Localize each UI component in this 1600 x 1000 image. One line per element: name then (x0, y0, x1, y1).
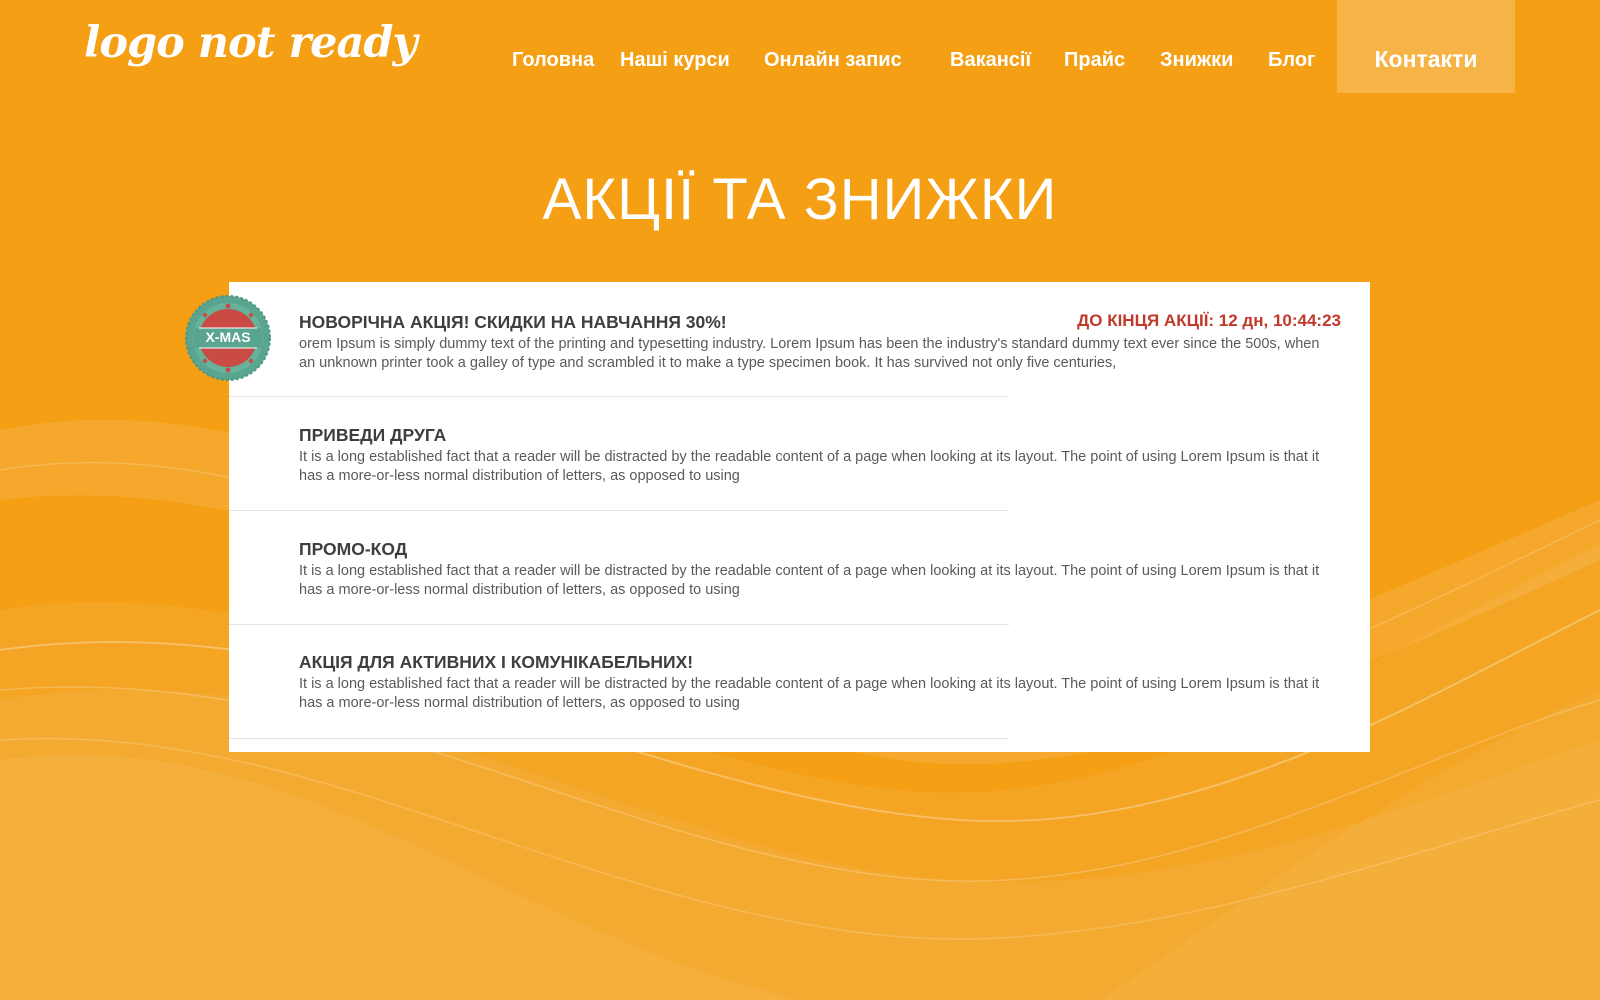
nav-item-home[interactable]: Головна (512, 49, 594, 72)
promo-description: It is a long established fact that a rea… (299, 449, 1320, 484)
promo-list: НОВОРІЧНА АКЦІЯ! СКИДКИ НА НАВЧАННЯ 30%!… (229, 282, 1370, 752)
xmas-badge: X-MAS (185, 295, 271, 381)
promo-description: It is a long established fact that a rea… (299, 676, 1320, 711)
nav-item-discounts[interactable]: Знижки (1160, 49, 1233, 72)
nav-item-courses[interactable]: Наші курси (620, 49, 730, 72)
nav-item-contacts[interactable]: Контакти (1337, 0, 1515, 93)
promo-item-active-communicative[interactable]: АКЦІЯ ДЛЯ АКТИВНИХ І КОМУНІКАБЕЛЬНИХ! It… (229, 625, 1370, 739)
promo-title: ПРИВЕДИ ДРУГА (299, 425, 447, 445)
nav-item-online-signup[interactable]: Онлайн запис (764, 49, 902, 72)
site-header: logo not ready Головна Наші курси Онлайн… (0, 0, 1600, 95)
nav-item-prices[interactable]: Прайс (1064, 49, 1125, 72)
divider (229, 738, 1009, 739)
promo-item-promo-code[interactable]: ПРОМО-КОД It is a long established fact … (229, 511, 1370, 625)
nav-item-blog[interactable]: Блог (1268, 49, 1315, 72)
promo-description: It is a long established fact that a rea… (299, 563, 1320, 598)
nav-contacts-label: Контакти (1374, 46, 1478, 72)
countdown-timer: ДО КІНЦЯ АКЦІЇ: 12 дн, 10:44:23 (1077, 311, 1341, 330)
promo-item-refer-friend[interactable]: ПРИВЕДИ ДРУГА It is a long established f… (229, 397, 1370, 511)
promo-title: НОВОРІЧНА АКЦІЯ! СКИДКИ НА НАВЧАННЯ 30%! (299, 312, 727, 332)
page-title: АКЦІЇ ТА ЗНИЖКИ (542, 167, 1058, 232)
xmas-badge-label: X-MAS (205, 329, 251, 345)
logo[interactable]: logo not ready (84, 18, 417, 68)
promo-title: АКЦІЯ ДЛЯ АКТИВНИХ І КОМУНІКАБЕЛЬНИХ! (299, 652, 694, 672)
promo-description: orem Ipsum is simply dummy text of the p… (299, 336, 1320, 371)
promo-item-new-year[interactable]: НОВОРІЧНА АКЦІЯ! СКИДКИ НА НАВЧАННЯ 30%!… (229, 282, 1370, 397)
promo-title: ПРОМО-КОД (299, 539, 408, 559)
nav-item-vacancies[interactable]: Вакансії (950, 49, 1031, 72)
